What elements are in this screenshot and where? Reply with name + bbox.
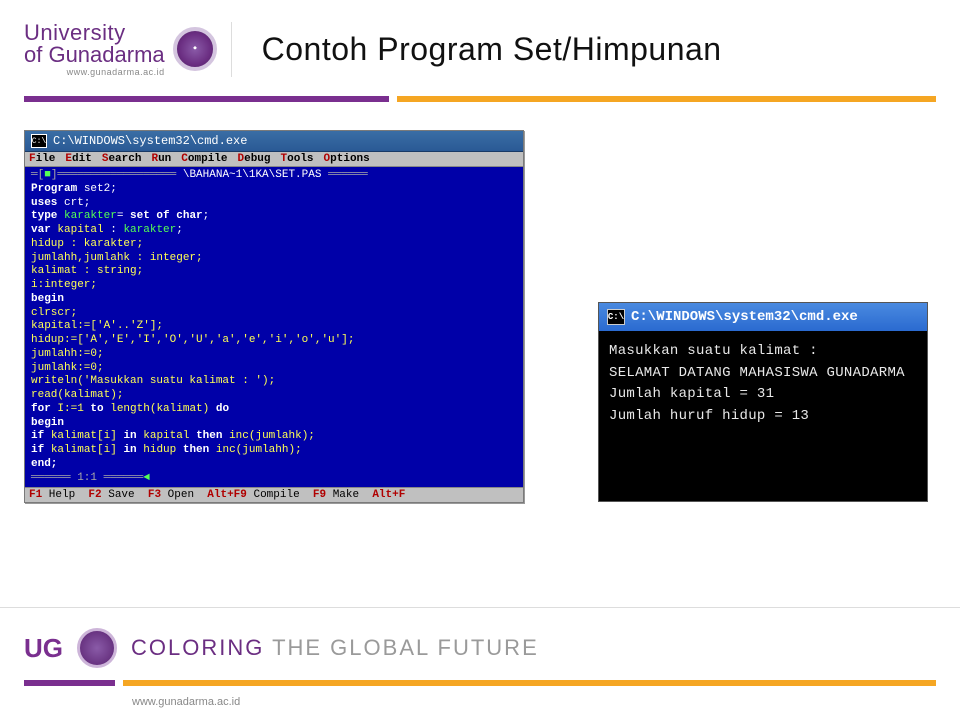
menu-edit[interactable]: Edit	[65, 153, 91, 165]
logo-line2: of Gunadarma	[24, 44, 165, 66]
slide-footer: UG COLORING THE GLOBAL FUTURE www.gunada…	[0, 607, 960, 720]
menu-tools[interactable]: Tools	[281, 153, 314, 165]
editor-title: C:\WINDOWS\system32\cmd.exe	[53, 134, 247, 148]
cmd-icon: C:\	[607, 309, 625, 325]
menu-options[interactable]: Options	[324, 153, 370, 165]
ug-seal-icon	[77, 628, 117, 668]
slide-content: C:\ C:\WINDOWS\system32\cmd.exe File Edi…	[0, 102, 960, 572]
footer-separator	[24, 680, 936, 686]
university-seal-icon	[173, 27, 217, 71]
output-body: Masukkan suatu kalimat : SELAMAT DATANG …	[599, 331, 927, 501]
output-console-window: C:\ C:\WINDOWS\system32\cmd.exe Masukkan…	[598, 302, 928, 502]
output-title: C:\WINDOWS\system32\cmd.exe	[631, 309, 858, 325]
logo-url: www.gunadarma.ac.id	[24, 68, 165, 77]
editor-code-area[interactable]: ═[■]══════════════════ \BAHANA~1\1KA\SET…	[25, 167, 523, 487]
editor-menubar: File Edit Search Run Compile Debug Tools…	[25, 152, 523, 167]
footer-tagline: COLORING THE GLOBAL FUTURE	[131, 635, 539, 661]
ug-badge: UG	[24, 633, 63, 664]
menu-run[interactable]: Run	[151, 153, 171, 165]
cmd-icon: C:\	[31, 134, 47, 148]
editor-statusbar: F1 Help F2 Save F3 Open Alt+F9 Compile F…	[25, 487, 523, 502]
menu-file[interactable]: File	[29, 153, 55, 165]
editor-titlebar: C:\ C:\WINDOWS\system32\cmd.exe	[25, 131, 523, 152]
menu-debug[interactable]: Debug	[238, 153, 271, 165]
footer-url: www.gunadarma.ac.id	[132, 696, 936, 708]
output-titlebar: C:\ C:\WINDOWS\system32\cmd.exe	[599, 303, 927, 331]
pascal-editor-window: C:\ C:\WINDOWS\system32\cmd.exe File Edi…	[24, 130, 524, 503]
logo-line1: University	[24, 22, 165, 44]
menu-compile[interactable]: Compile	[181, 153, 227, 165]
university-logo: University of Gunadarma www.gunadarma.ac…	[24, 22, 232, 77]
slide-title: Contoh Program Set/Himpunan	[262, 31, 722, 68]
slide-header: University of Gunadarma www.gunadarma.ac…	[0, 0, 960, 90]
menu-search[interactable]: Search	[102, 153, 142, 165]
